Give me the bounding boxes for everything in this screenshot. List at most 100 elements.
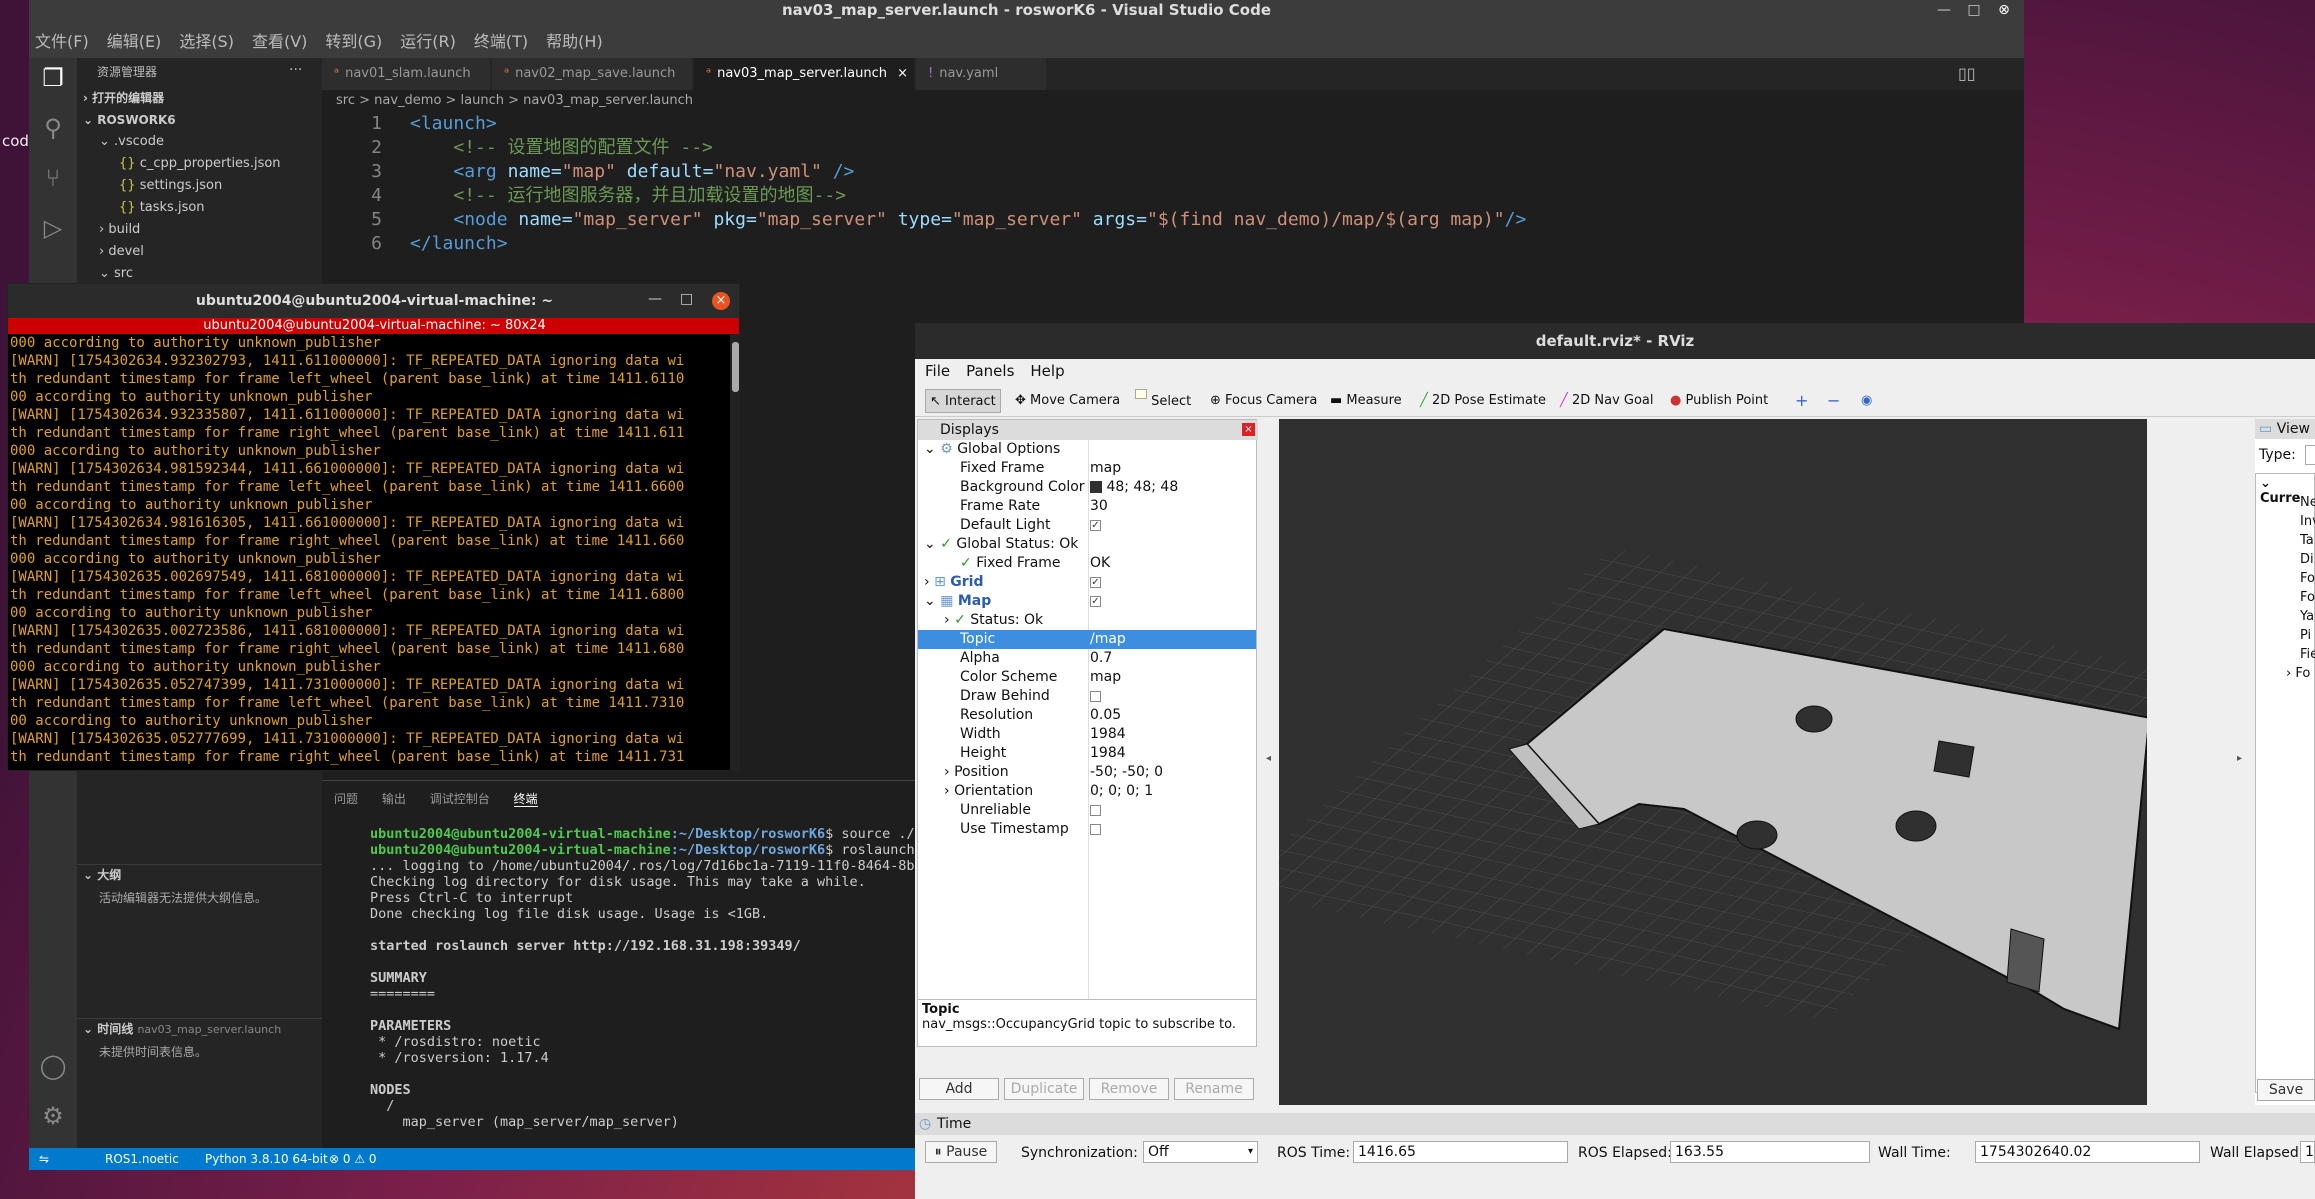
unreliable-checkbox[interactable] <box>1090 804 1101 816</box>
height-row[interactable]: Height 1984 <box>918 744 1256 763</box>
position-row[interactable]: › Position -50; -50; 0 <box>918 763 1256 782</box>
grid-checkbox[interactable]: ✓ <box>1090 576 1101 588</box>
eye-icon[interactable]: ◉ <box>1861 389 1872 413</box>
remove-button[interactable]: Remove <box>1089 1078 1169 1100</box>
tree-tasks[interactable]: {} tasks.json <box>77 198 322 218</box>
split-editor-icon[interactable]: ▯▯ <box>1958 64 1976 83</box>
tab-nav02[interactable]: ᵃ nav02_map_save.launch <box>492 58 692 90</box>
draw-behind-row[interactable]: Draw Behind <box>918 687 1256 706</box>
tool-measure[interactable]: ▬ Measure <box>1330 389 1402 413</box>
width-row[interactable]: Width 1984 <box>918 725 1256 744</box>
tool-publish-point[interactable]: ● Publish Point <box>1670 389 1768 413</box>
displays-close-icon[interactable]: × <box>1242 423 1255 436</box>
terminal-minimize-icon[interactable]: — <box>648 291 662 307</box>
map-status-row[interactable]: › ✓ Status: Ok <box>918 611 1256 630</box>
tree-vscode[interactable]: ⌄ .vscode <box>77 132 322 152</box>
problems-status[interactable]: ⊗ 0 ⚠ 0 <box>329 1148 377 1170</box>
outline-section[interactable]: ⌄ 大纲 <box>77 864 322 884</box>
tool-2d-nav-goal[interactable]: ╱ 2D Nav Goal <box>1560 389 1654 413</box>
panel-tab-debug[interactable]: 调试控制台 <box>430 792 490 806</box>
tab-nav03[interactable]: ᵃ nav03_map_server.launch × <box>694 58 914 90</box>
add-button[interactable]: Add <box>919 1078 999 1100</box>
save-view-button[interactable]: Save <box>2257 1079 2315 1101</box>
map-display-row[interactable]: ⌄ ▦ Map ✓ <box>918 592 1256 611</box>
python-status[interactable]: Python 3.8.10 64-bit <box>205 1148 328 1170</box>
use-timestamp-row[interactable]: Use Timestamp <box>918 820 1256 839</box>
orientation-row[interactable]: › Orientation 0; 0; 0; 1 <box>918 782 1256 801</box>
open-editors-section[interactable]: › 打开的编辑器 <box>77 88 322 108</box>
code-editor[interactable]: 1 <launch> 2 <!-- 设置地图的配置文件 --> 3 <arg na… <box>322 112 1922 254</box>
rviz-menu-help[interactable]: Help <box>1030 362 1064 380</box>
panel-tab-problems[interactable]: 问题 <box>334 792 358 806</box>
rviz-3d-view[interactable] <box>1279 419 2147 1105</box>
gear-icon[interactable]: ⚙ <box>37 1100 69 1132</box>
menu-help[interactable]: 帮助(H) <box>546 28 603 52</box>
panel-tab-output[interactable]: 输出 <box>382 792 406 806</box>
tree-settings[interactable]: {} settings.json <box>77 176 322 196</box>
frame-rate-row[interactable]: Frame Rate 30 <box>918 497 1256 516</box>
more-actions-icon[interactable]: ··· <box>289 62 302 78</box>
terminal-scrollbar[interactable] <box>730 334 739 770</box>
tool-interact[interactable]: ↖ Interact <box>925 389 1001 413</box>
workspace-section[interactable]: ⌄ ROSWORK6 <box>77 110 322 130</box>
run-debug-icon[interactable]: ▷ <box>37 212 69 244</box>
tab-nav-yaml[interactable]: ! nav.yaml <box>916 58 1046 90</box>
ros-status[interactable]: ROS1.noetic <box>105 1148 179 1170</box>
rviz-menu-panels[interactable]: Panels <box>966 362 1014 380</box>
menu-terminal[interactable]: 终端(T) <box>474 28 528 52</box>
ros-time-field[interactable]: 1416.65 <box>1353 1141 1568 1163</box>
tab-close-icon[interactable]: × <box>897 66 908 81</box>
add-tool-icon[interactable]: + <box>1795 389 1808 413</box>
sync-select[interactable]: Off ▾ <box>1143 1141 1258 1163</box>
source-control-icon[interactable]: ⑂ <box>37 162 69 194</box>
alpha-row[interactable]: Alpha 0.7 <box>918 649 1256 668</box>
search-icon[interactable]: ⚲ <box>37 112 69 144</box>
rviz-menu-file[interactable]: File <box>925 362 950 380</box>
default-light-row[interactable]: Default Light ✓ <box>918 516 1256 535</box>
pause-button[interactable]: ⏸ Pause <box>925 1141 997 1163</box>
view-type-select[interactable] <box>2305 445 2315 465</box>
close-icon[interactable]: ⊗ <box>1989 0 2019 22</box>
menu-edit[interactable]: 编辑(E) <box>107 28 162 52</box>
map-checkbox[interactable]: ✓ <box>1090 595 1101 607</box>
rename-button[interactable]: Rename <box>1174 1078 1254 1100</box>
tree-src[interactable]: ⌄ src <box>77 264 322 284</box>
ros-elapsed-field[interactable]: 163.55 <box>1670 1141 1870 1163</box>
tool-select[interactable]: Select <box>1135 389 1191 413</box>
menu-view[interactable]: 查看(V) <box>252 28 307 52</box>
tool-move-camera[interactable]: ✥ Move Camera <box>1015 389 1120 413</box>
menu-selection[interactable]: 选择(S) <box>179 28 234 52</box>
explorer-icon[interactable]: ❐ <box>37 62 69 94</box>
tree-c-cpp[interactable]: {} c_cpp_properties.json <box>77 154 322 174</box>
wall-time-field[interactable]: 1754302640.02 <box>1975 1141 2200 1163</box>
tree-build[interactable]: › build <box>77 220 322 240</box>
grid-display-row[interactable]: › ⊞ Grid ✓ <box>918 573 1256 592</box>
tree-devel[interactable]: › devel <box>77 242 322 262</box>
menu-file[interactable]: 文件(F) <box>35 28 89 52</box>
terminal-maximize-icon[interactable]: □ <box>680 291 693 307</box>
topic-row[interactable]: Topic/map <box>918 630 1256 649</box>
collapse-left-icon[interactable]: ◂ <box>1266 753 1271 764</box>
menu-go[interactable]: 转到(G) <box>325 28 382 52</box>
terminal-close-icon[interactable]: × <box>712 292 730 310</box>
color-scheme-row[interactable]: Color Scheme map <box>918 668 1256 687</box>
background-color-row[interactable]: Background Color 48; 48; 48 <box>918 478 1256 497</box>
tool-2d-pose-estimate[interactable]: ╱ 2D Pose Estimate <box>1420 389 1546 413</box>
account-icon[interactable]: ◯ <box>37 1050 69 1082</box>
remote-icon[interactable]: ⇋ <box>39 1148 49 1170</box>
draw-behind-checkbox[interactable] <box>1090 690 1101 702</box>
tool-focus-camera[interactable]: ⊕ Focus Camera <box>1210 389 1317 413</box>
menu-run[interactable]: 运行(R) <box>400 28 456 52</box>
maximize-icon[interactable]: □ <box>1959 0 1989 22</box>
remove-tool-icon[interactable]: − <box>1827 389 1840 413</box>
resolution-row[interactable]: Resolution 0.05 <box>918 706 1256 725</box>
tab-nav01[interactable]: ᵃ nav01_slam.launch <box>322 58 490 90</box>
use-timestamp-checkbox[interactable] <box>1090 823 1101 835</box>
panel-tab-terminal[interactable]: 终端 <box>513 792 538 807</box>
wall-elapsed-field[interactable]: 16 <box>2300 1141 2315 1163</box>
unreliable-row[interactable]: Unreliable <box>918 801 1256 820</box>
default-light-checkbox[interactable]: ✓ <box>1090 519 1101 531</box>
terminal-output[interactable]: 000 according to authority unknown_publi… <box>8 334 730 770</box>
fixed-frame-row[interactable]: Fixed Frame map <box>918 459 1256 478</box>
status-fixed-frame-row[interactable]: ✓ Fixed Frame OK <box>918 554 1256 573</box>
